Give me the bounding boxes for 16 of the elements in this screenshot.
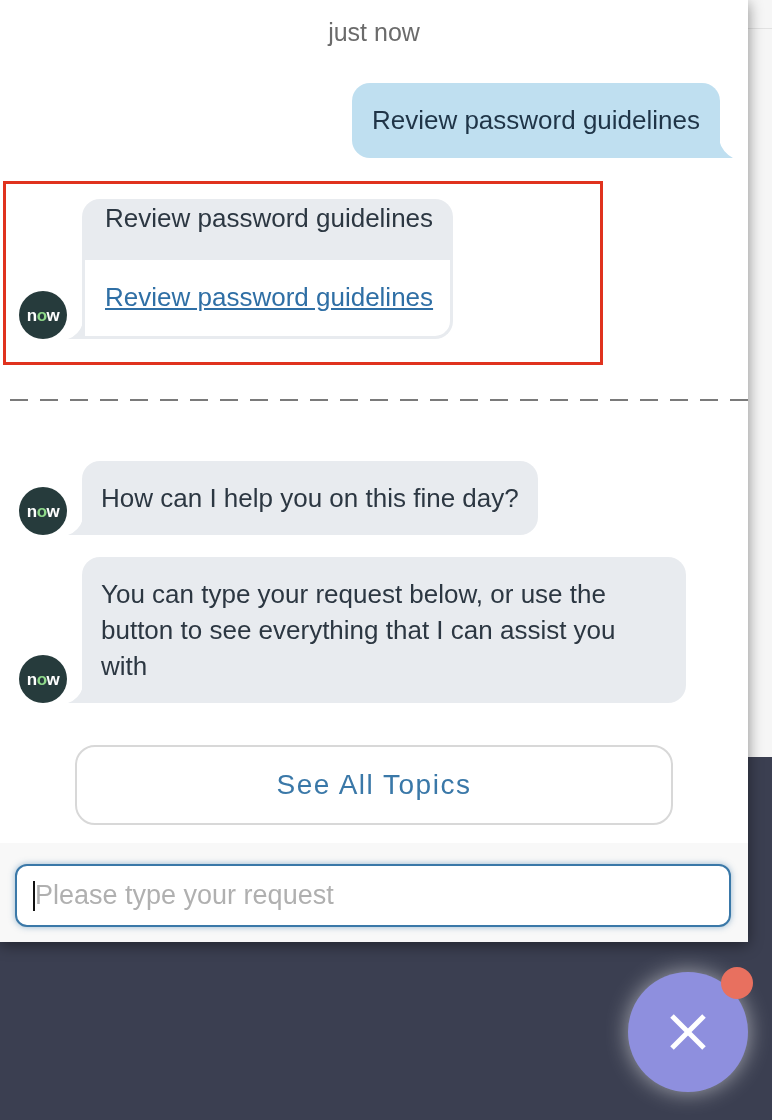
- close-icon: [669, 1013, 707, 1051]
- bot-avatar-logo: now: [19, 655, 67, 703]
- message-bubble: Review password guidelines: [351, 83, 720, 158]
- bubble-tail: [68, 687, 83, 703]
- bubble-tail: [719, 140, 733, 158]
- message-bubble: You can type your request below, or use the button to see everything that I can assist you with: [82, 557, 686, 703]
- bot-avatar-logo: now: [19, 291, 67, 339]
- bot-avatar-logo: now: [19, 487, 67, 535]
- see-all-topics-button[interactable]: See All Topics: [75, 745, 673, 825]
- message-input[interactable]: Please type your request: [15, 864, 731, 927]
- close-chat-button[interactable]: [628, 972, 748, 1092]
- text-cursor-icon: [33, 881, 35, 911]
- timestamp: just now: [328, 17, 420, 47]
- card-title: Review password guidelines: [105, 203, 434, 233]
- bubble-tail: [68, 519, 83, 535]
- message-bubble: How can I help you on this fine day?: [82, 461, 538, 535]
